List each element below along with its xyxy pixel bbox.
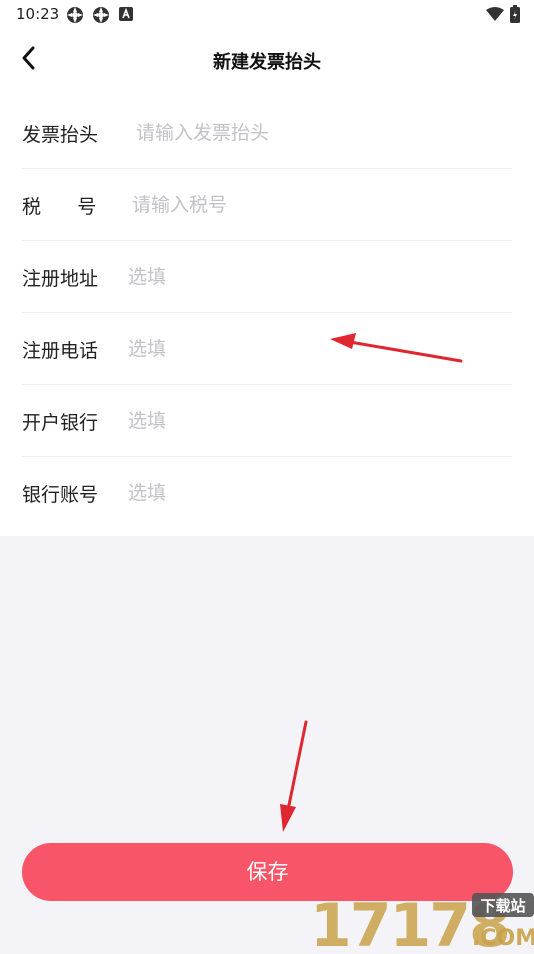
- registered-phone-label: 注册电话: [22, 340, 99, 362]
- tax-number-label: 税 号: [22, 196, 97, 218]
- bank-name-input[interactable]: [126, 400, 470, 442]
- status-system-icons: [486, 5, 520, 23]
- form-row-registered-address: 注册地址: [22, 240, 512, 313]
- watermark-logo: 17178 下载站 .COM: [310, 891, 534, 954]
- annotation-arrow: [280, 720, 308, 832]
- status-time: 10:23: [16, 5, 60, 23]
- invoice-title-form: 发票抬头 税 号 注册地址 注册电话 开户银行 银行账号: [0, 92, 534, 536]
- form-row-tax-number: 税 号: [22, 168, 512, 241]
- notification-app-icon: [93, 7, 109, 23]
- status-notification-icons: [66, 6, 134, 24]
- wifi-icon: [486, 7, 504, 21]
- site-watermark: 17178 下载站 .COM: [306, 890, 534, 954]
- bank-account-input[interactable]: [126, 472, 470, 514]
- watermark-tag: 下载站: [480, 897, 525, 915]
- registered-address-label: 注册地址: [22, 268, 99, 290]
- form-row-registered-phone: 注册电话: [22, 312, 512, 385]
- registered-address-input[interactable]: [126, 256, 470, 298]
- notification-a-icon: [119, 7, 133, 21]
- page-title: 新建发票抬头: [213, 52, 321, 73]
- bank-account-label: 银行账号: [22, 484, 99, 506]
- invoice-title-label: 发票抬头: [22, 124, 99, 146]
- form-row-bank-account: 银行账号: [22, 456, 512, 528]
- bank-name-label: 开户银行: [22, 412, 99, 434]
- form-row-invoice-title: 发票抬头: [22, 96, 512, 169]
- tax-number-input[interactable]: [130, 184, 474, 226]
- form-row-bank-name: 开户银行: [22, 384, 512, 457]
- registered-phone-input[interactable]: [126, 328, 470, 370]
- notification-app-icon: [67, 7, 83, 23]
- status-bar: 10:23: [0, 0, 534, 28]
- invoice-title-input[interactable]: [134, 112, 478, 154]
- header-bar: 新建发票抬头: [0, 28, 534, 92]
- battery-icon: [510, 5, 520, 23]
- watermark-domain: .COM: [472, 926, 534, 950]
